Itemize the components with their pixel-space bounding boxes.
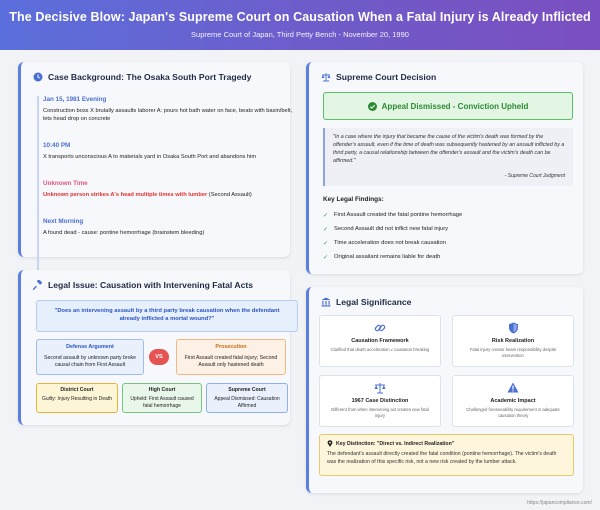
prosecution-argument: Prosecution First Assault created fatal …	[176, 339, 286, 375]
finding-text: First Assault created the fatal pontine …	[334, 212, 463, 218]
timeline-time: Jan 15, 1981 Evening	[43, 96, 107, 103]
timeline-time: Unknown Time	[43, 180, 88, 187]
timeline-time: Next Morning	[43, 218, 84, 225]
significance-item-heading: Academic Impact	[490, 398, 536, 404]
timeline-event: 10:40 PM X transports unconscious A to m…	[43, 142, 293, 161]
significance-item-heading: Risk Realization	[491, 338, 535, 344]
clock-icon	[33, 72, 43, 82]
significance-item-text: Challenged foreseeability requirement in…	[466, 407, 560, 418]
check-icon: ✓	[323, 226, 329, 233]
judgment-quote: "In a case where the injury that became …	[323, 128, 573, 186]
decision-heading: Supreme Court Decision	[321, 72, 436, 82]
finding-item: ✓ First Assault created the fatal pontine…	[323, 208, 573, 222]
court-text: Upheld: First Assault caused fatal hemor…	[130, 396, 194, 410]
key-distinction-box: Key Distinction: "Direct vs. Indirect Re…	[319, 434, 574, 476]
legal-question: "Does an intervening assault by a third …	[36, 300, 298, 332]
findings-heading: Key Legal Findings:	[323, 196, 384, 203]
pin-icon	[327, 440, 333, 447]
page-subtitle: Supreme Court of Japan, Third Petty Benc…	[191, 30, 409, 39]
court-heading: High Court	[148, 387, 176, 393]
finding-text: Time acceleration does not break causati…	[334, 240, 446, 246]
link-icon	[374, 324, 386, 332]
timeline-text: X transports unconscious A to materials …	[43, 154, 257, 160]
check-icon: ✓	[323, 212, 329, 219]
district-court-box: District Court Guilty: Injury Resulting …	[36, 383, 118, 413]
timeline-time: 10:40 PM	[43, 142, 71, 149]
key-distinction-heading: Key Distinction: "Direct vs. Indirect Re…	[327, 440, 566, 447]
timeline-event: Unknown Time Unknown person strikes A's …	[43, 180, 293, 199]
timeline-text: A found dead - cause: pontine hemorrhage…	[43, 230, 205, 236]
shield-icon	[508, 322, 518, 334]
quote-text: "In a case where the injury that became …	[333, 134, 565, 164]
prosecution-heading: Prosecution	[215, 344, 247, 350]
warning-icon	[507, 382, 519, 393]
timeline-event: Next Morning A found dead - cause: ponti…	[43, 218, 293, 237]
page-header: The Decisive Blow: Japan's Supreme Court…	[0, 0, 600, 50]
institution-icon	[321, 297, 331, 307]
page-title: The Decisive Blow: Japan's Supreme Court…	[9, 10, 591, 24]
check-icon: ✓	[323, 240, 329, 247]
finding-item: ✓ Second Assault did not inflict new fata…	[323, 222, 573, 236]
court-text: Appeal Dismissed: Causation Affirmed	[214, 396, 280, 410]
timeline-event: Jan 15, 1981 Evening Construction boss X…	[43, 96, 293, 124]
legal-issue-title: Legal Issue: Causation with Intervening …	[48, 280, 254, 290]
timeline-line	[37, 96, 39, 296]
significance-item-text: Clarified that death acceleration ≠ caus…	[330, 347, 430, 352]
legal-issue-card: Legal Issue: Causation with Intervening …	[18, 270, 298, 425]
key-distinction-title: Key Distinction: "Direct vs. Indirect Re…	[336, 440, 455, 447]
check-icon: ✓	[323, 254, 329, 261]
significance-title: Legal Significance	[336, 297, 412, 307]
decision-result: Appeal Dismissed - Conviction Upheld	[381, 101, 529, 111]
high-court-box: High Court Upheld: First Assault caused …	[122, 383, 202, 413]
significance-heading: Legal Significance	[321, 297, 411, 307]
finding-text: Second Assault did not inflict new fatal…	[334, 226, 449, 232]
key-distinction-text: The defendant's assault directly created…	[327, 451, 557, 465]
significance-item-heading: 1967 Case Distinction	[351, 398, 409, 404]
significance-item-text: Different from when intervening act crea…	[331, 407, 429, 418]
vs-badge: VS	[149, 349, 169, 365]
defense-argument: Defense Argument Second assault by unkno…	[36, 339, 144, 375]
court-text: Guilty: Injury Resulting in Death	[41, 396, 113, 403]
significance-item: Academic Impact Challenged foreseeabilit…	[452, 375, 574, 427]
significance-item: Risk Realization Fatal injury creator be…	[452, 315, 574, 367]
scale-icon	[321, 73, 331, 82]
court-heading: Supreme Court	[228, 387, 266, 393]
finding-item: ✓ Time acceleration does not break causat…	[323, 236, 573, 250]
finding-item: ✓ Original assailant remains liable for d…	[323, 250, 573, 264]
significance-item-text: Fatal injury creator bears responsibilit…	[469, 347, 557, 358]
case-background-heading: Case Background: The Osaka South Port Tr…	[33, 72, 251, 82]
significance-item: Causation Framework Clarified that death…	[319, 315, 441, 367]
supreme-court-box: Supreme Court Appeal Dismissed: Causatio…	[206, 383, 288, 413]
defense-heading: Defense Argument	[66, 344, 114, 350]
court-heading: District Court	[60, 387, 94, 393]
case-background-title: Case Background: The Osaka South Port Tr…	[48, 72, 252, 82]
timeline-text: Construction boss X brutally assaults la…	[43, 108, 293, 123]
gavel-icon	[33, 280, 43, 290]
findings-list: ✓ First Assault created the fatal pontine…	[323, 208, 573, 264]
significance-card: Legal Significance Causation Framework C…	[306, 287, 583, 493]
prosecution-text: First Assault created fatal injury; Seco…	[184, 354, 278, 368]
legal-issue-heading: Legal Issue: Causation with Intervening …	[33, 280, 253, 290]
source-url[interactable]: https://japancompliance.com/	[527, 500, 592, 506]
decision-card: Supreme Court Decision Appeal Dismissed …	[306, 62, 583, 274]
decision-title: Supreme Court Decision	[336, 72, 437, 82]
quote-source: - Supreme Court Judgment	[504, 172, 565, 179]
finding-text: Original assailant remains liable for de…	[334, 254, 441, 260]
significance-item-heading: Causation Framework	[351, 338, 409, 344]
second-assault-text: Unknown person strikes A's head multiple…	[43, 192, 208, 198]
case-background-card: Case Background: The Osaka South Port Tr…	[18, 62, 293, 296]
scale-icon	[374, 383, 386, 394]
decision-result-banner: Appeal Dismissed - Conviction Upheld	[323, 92, 573, 120]
significance-item: 1967 Case Distinction Different from whe…	[319, 375, 441, 427]
timeline-text: Unknown person strikes A's head multiple…	[43, 191, 293, 199]
check-circle-icon	[367, 101, 377, 111]
second-assault-suffix: (Second Assault)	[207, 192, 252, 198]
defense-text: Second assault by unknown party broke ca…	[44, 354, 136, 368]
